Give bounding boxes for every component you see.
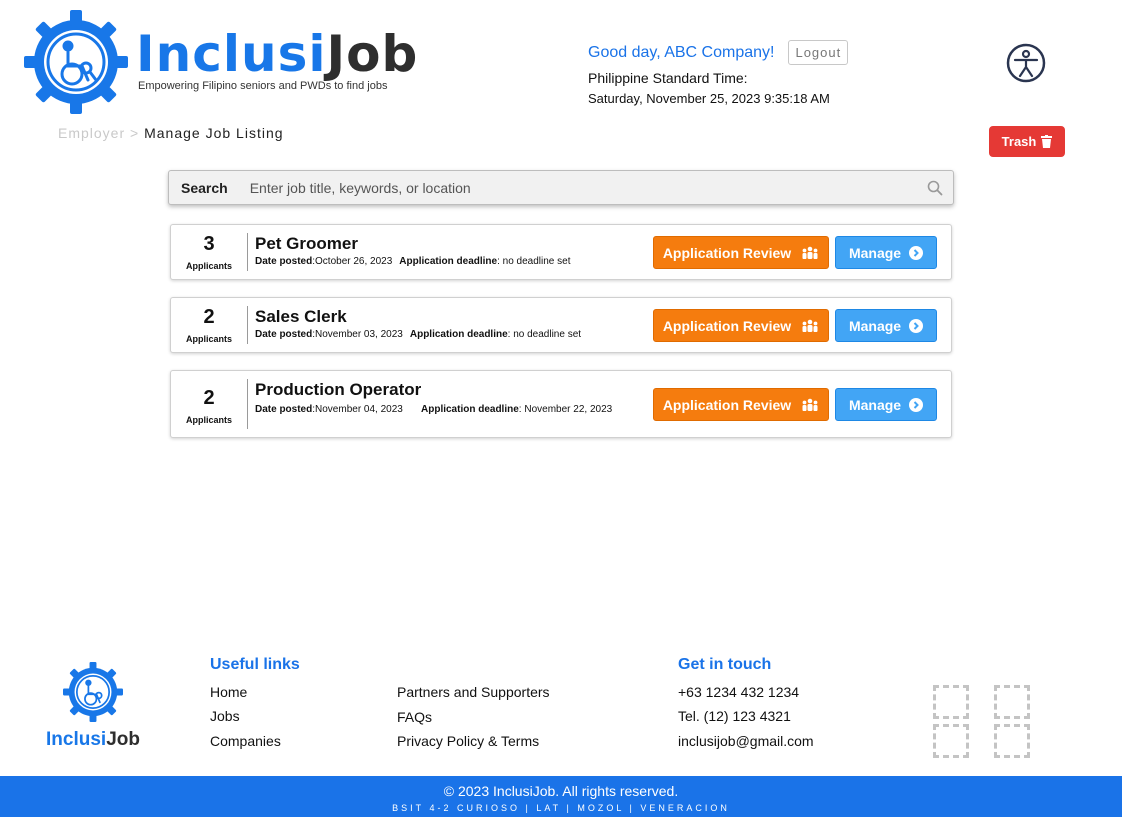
brand-tagline: Empowering Filipino seniors and PWDs to …	[138, 80, 388, 92]
applicant-count: 3 Applicants	[171, 233, 248, 271]
breadcrumb-employer[interactable]: Employer	[58, 125, 125, 141]
breadcrumb-separator: >	[130, 125, 140, 141]
contact-email[interactable]: inclusijob@gmail.com	[678, 733, 814, 749]
footer-link-faqs[interactable]: FAQs	[397, 709, 432, 725]
credits-text: BSIT 4-2 CURIOSO | LAT | MOZOL | VENERAC…	[392, 803, 730, 813]
social-icon-placeholder[interactable]	[933, 685, 969, 719]
deadline-label: Application deadline	[399, 256, 498, 267]
manage-button[interactable]: Manage	[835, 388, 937, 421]
search-bar: Search	[168, 170, 954, 205]
copyright-text: © 2023 InclusiJob. All rights reserved.	[443, 783, 679, 799]
job-card: 2 Applicants Sales Clerk Date posted:Nov…	[170, 297, 952, 353]
applicant-count-label: Applicants	[185, 261, 232, 271]
applicant-count: 2 Applicants	[171, 306, 248, 344]
job-title: Pet Groomer	[255, 234, 358, 253]
footer-link-companies[interactable]: Companies	[210, 733, 281, 749]
footer-logo[interactable]: InclusiJob	[44, 662, 142, 751]
deadline-label: Application deadline	[409, 329, 508, 340]
useful-links-heading: Useful links	[210, 656, 300, 673]
people-icon	[802, 246, 818, 259]
job-listing: 3 Applicants Pet Groomer Date posted:Oct…	[170, 224, 952, 455]
footer-link-jobs[interactable]: Jobs	[210, 708, 240, 724]
footer-wordmark: InclusiJob	[46, 729, 140, 750]
deadline-label: Application deadline	[421, 404, 519, 415]
deadline-value: no deadline set	[502, 256, 571, 267]
job-meta: Date posted:November 03, 2023 Applicatio…	[255, 329, 582, 340]
search-label: Search	[181, 179, 228, 196]
trash-button[interactable]: Trash	[989, 126, 1065, 157]
header-logo[interactable]: InclusiJob Empowering Filipino seniors a…	[24, 10, 418, 114]
contact-phone: +63 1234 432 1234	[678, 684, 800, 700]
brand-wordmark: InclusiJob	[136, 25, 419, 83]
date-posted-label: Date posted	[255, 329, 313, 340]
contact-heading: Get in touch	[678, 656, 772, 673]
time-label: Philippine Standard Time:	[588, 70, 748, 86]
manage-button[interactable]: Manage	[835, 236, 937, 269]
applicant-count-label: Applicants	[185, 415, 232, 425]
footer-link-home[interactable]: Home	[210, 684, 247, 700]
copyright-bar: © 2023 InclusiJob. All rights reserved. …	[0, 776, 1122, 817]
job-title: Production Operator	[255, 380, 422, 399]
trash-icon	[1041, 135, 1053, 148]
deadline-value: November 22, 2023	[524, 404, 613, 415]
trash-label: Trash	[1001, 134, 1037, 149]
date-posted-label: Date posted	[255, 256, 313, 267]
people-icon	[802, 319, 818, 332]
breadcrumb-current: Manage Job Listing	[144, 125, 284, 141]
logout-button[interactable]: Logout	[788, 40, 849, 65]
manage-button[interactable]: Manage	[835, 309, 937, 342]
people-icon	[802, 398, 818, 411]
search-input[interactable]	[249, 179, 927, 196]
job-meta: Date posted:October 26, 2023 Application…	[255, 256, 571, 267]
accessibility-icon[interactable]	[1006, 43, 1046, 83]
search-icon[interactable]	[927, 180, 943, 196]
gear-wheelchair-logo-icon	[24, 10, 128, 114]
contact-tel: Tel. (12) 123 4321	[678, 708, 791, 724]
social-icon-placeholder[interactable]	[933, 724, 969, 758]
applicant-count-number: 2	[203, 387, 215, 409]
greeting-text: Good day, ABC Company!	[588, 43, 775, 61]
applicant-count-number: 2	[203, 306, 215, 328]
date-posted-value: October 26, 2023	[315, 256, 393, 267]
chevron-right-circle-icon	[909, 318, 924, 333]
deadline-value: no deadline set	[513, 329, 582, 340]
footer-link-privacy[interactable]: Privacy Policy & Terms	[397, 733, 539, 749]
applicant-count-label: Applicants	[185, 334, 232, 344]
current-datetime: Saturday, November 25, 2023 9:35:18 AM	[588, 91, 830, 106]
applicant-count: 2 Applicants	[171, 379, 248, 429]
job-meta: Date posted:November 04, 2023 Applicatio…	[255, 404, 613, 415]
social-icon-placeholder[interactable]	[994, 724, 1030, 758]
gear-wheelchair-logo-icon	[63, 662, 123, 722]
social-icon-placeholder[interactable]	[994, 685, 1030, 719]
chevron-right-circle-icon	[909, 245, 924, 260]
application-review-button[interactable]: Application Review	[653, 388, 829, 421]
chevron-right-circle-icon	[909, 397, 924, 412]
breadcrumb: Employer > Manage Job Listing	[58, 125, 284, 141]
application-review-button[interactable]: Application Review	[653, 236, 829, 269]
date-posted-value: November 04, 2023	[315, 404, 403, 415]
job-title: Sales Clerk	[255, 307, 347, 326]
applicant-count-number: 3	[203, 233, 215, 255]
greeting-row: Good day, ABC Company! Logout	[588, 40, 849, 65]
date-posted-label: Date posted	[255, 404, 313, 415]
job-card: 3 Applicants Pet Groomer Date posted:Oct…	[170, 224, 952, 280]
date-posted-value: November 03, 2023	[315, 329, 403, 340]
job-card: 2 Applicants Production Operator Date po…	[170, 370, 952, 438]
application-review-button[interactable]: Application Review	[653, 309, 829, 342]
footer-link-partners[interactable]: Partners and Supporters	[397, 684, 550, 700]
